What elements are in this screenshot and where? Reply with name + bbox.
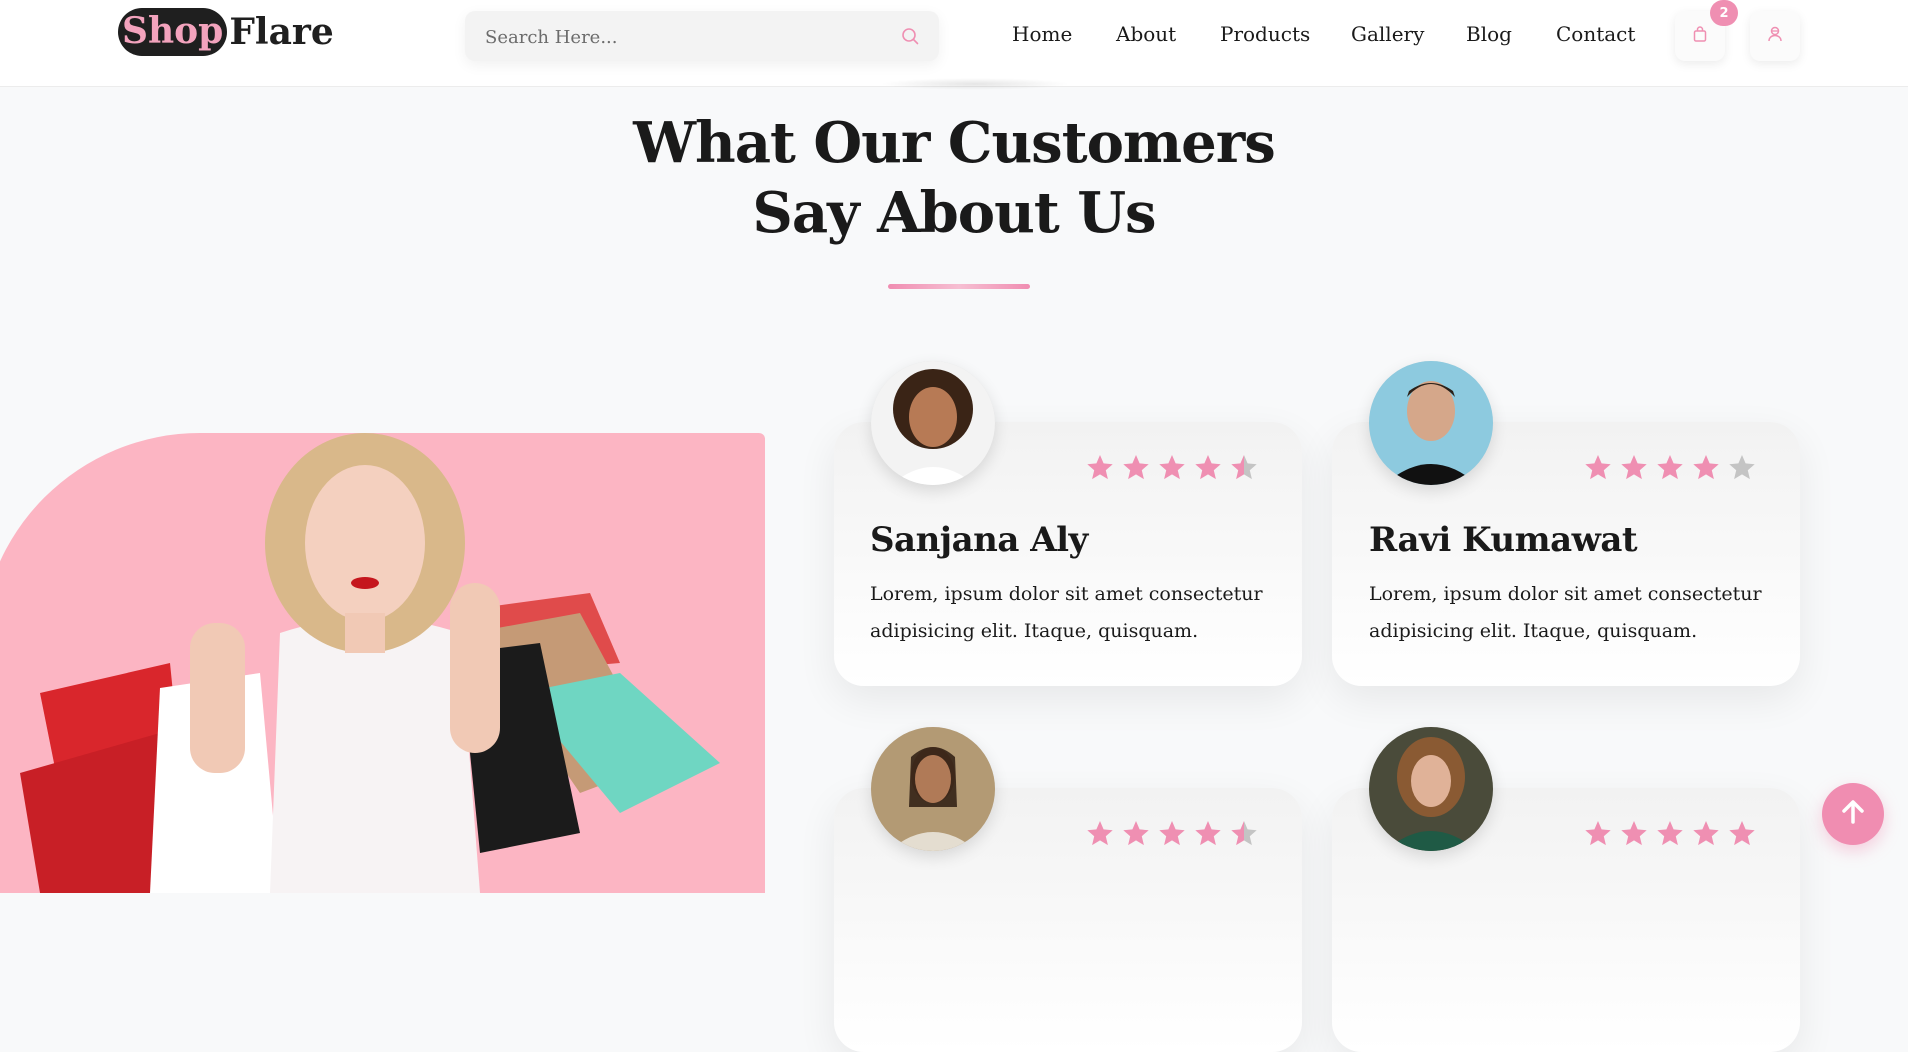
star-icon xyxy=(1157,819,1187,849)
back-to-top-button[interactable] xyxy=(1822,783,1884,845)
star-icon xyxy=(1655,819,1685,849)
rating-stars xyxy=(1085,453,1259,483)
reviewer-name: Ravi Kumawat xyxy=(1369,520,1638,560)
section-title-line2: Say About Us xyxy=(752,180,1156,246)
shopping-bag-icon xyxy=(1691,25,1709,47)
star-icon xyxy=(1655,453,1685,483)
star-icon xyxy=(1121,819,1151,849)
logo[interactable]: Shop Flare xyxy=(118,8,334,56)
rating-stars xyxy=(1583,819,1757,849)
rating-stars xyxy=(1085,819,1259,849)
star-icon xyxy=(1193,453,1223,483)
cart-count-badge: 2 xyxy=(1710,0,1738,26)
hero-shopping-image xyxy=(0,433,765,893)
review-text: Lorem, ipsum dolor sit amet consectetur … xyxy=(1369,583,1762,642)
avatar xyxy=(871,727,995,851)
star-icon xyxy=(1691,819,1721,849)
nav-gallery[interactable]: Gallery xyxy=(1351,22,1424,46)
reviewer-name: Sanjana Aly xyxy=(870,520,1088,560)
star-icon xyxy=(1229,453,1259,483)
avatar xyxy=(871,361,995,485)
star-icon xyxy=(1727,819,1757,849)
search-input[interactable] xyxy=(483,11,887,63)
star-icon xyxy=(1727,453,1757,483)
nav-home[interactable]: Home xyxy=(1012,22,1072,46)
arrow-up-icon xyxy=(1839,798,1867,830)
avatar xyxy=(1369,727,1493,851)
logo-shop-text: Shop xyxy=(118,8,228,56)
star-icon xyxy=(1583,819,1613,849)
star-icon xyxy=(1085,819,1115,849)
star-icon xyxy=(1619,819,1649,849)
nav-contact[interactable]: Contact xyxy=(1556,22,1635,46)
site-header: Shop Flare Home About Products Gallery B… xyxy=(0,0,1908,87)
search-icon[interactable] xyxy=(901,27,919,45)
nav-products[interactable]: Products xyxy=(1220,22,1310,46)
title-underline xyxy=(888,284,1030,289)
nav-blog[interactable]: Blog xyxy=(1466,22,1512,46)
star-icon xyxy=(1085,453,1115,483)
star-icon xyxy=(1121,453,1151,483)
star-icon xyxy=(1229,819,1259,849)
account-button[interactable] xyxy=(1750,11,1800,61)
star-icon xyxy=(1583,453,1613,483)
star-icon xyxy=(1157,453,1187,483)
user-icon xyxy=(1766,25,1784,47)
avatar xyxy=(1369,361,1493,485)
section-title-line1: What Our Customers xyxy=(633,110,1276,176)
review-text: Lorem, ipsum dolor sit amet consectetur … xyxy=(870,583,1263,642)
header-shadow xyxy=(880,78,1070,90)
star-icon xyxy=(1193,819,1223,849)
star-icon xyxy=(1619,453,1649,483)
nav-about[interactable]: About xyxy=(1116,22,1176,46)
rating-stars xyxy=(1583,453,1757,483)
logo-flare-text: Flare xyxy=(229,11,334,53)
star-icon xyxy=(1691,453,1721,483)
search-bar xyxy=(465,11,939,63)
